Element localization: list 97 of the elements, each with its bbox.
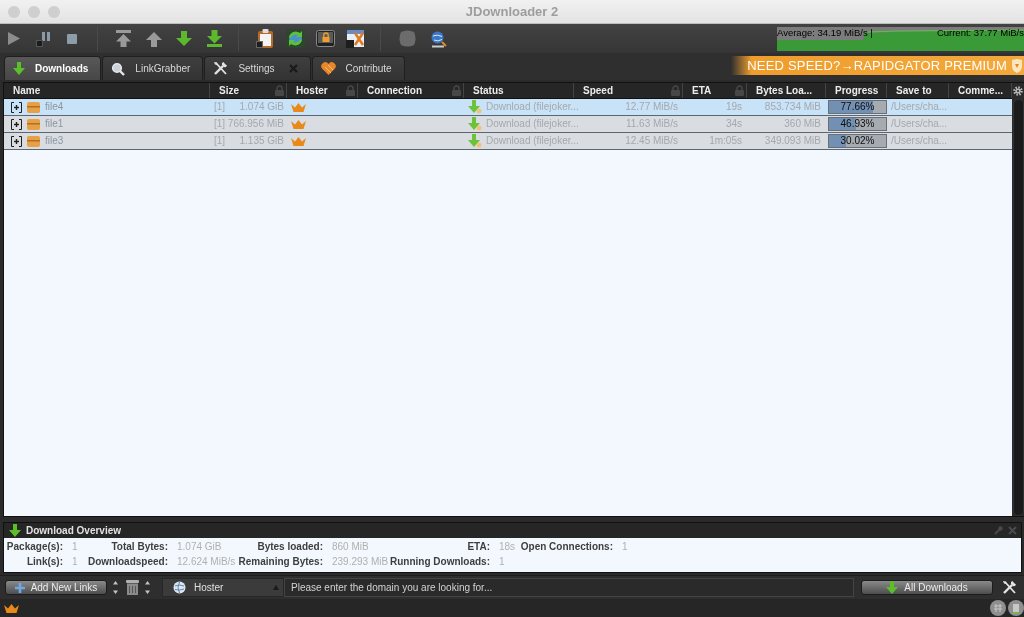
tools-icon[interactable] [1002,580,1017,595]
tab[interactable]: Settings [204,56,311,80]
download-icon [886,581,899,594]
crown-icon [291,102,306,112]
column-header[interactable]: Connection [367,84,422,97]
globe-icon[interactable] [429,29,447,48]
lock-screen-icon[interactable] [316,29,335,48]
column-header[interactable]: Bytes Loa... [756,84,813,97]
link-count: [1] [214,101,226,113]
scrollbar[interactable] [1012,99,1024,516]
view-filter-button[interactable]: All Downloads [861,580,993,595]
crown-icon [291,136,306,146]
progress-label: 30.02% [840,135,875,147]
eta: 19s [724,100,743,114]
arrow-up-icon[interactable] [146,30,162,47]
field-label: Downloadspeed: [87,556,168,568]
column-header[interactable]: Progress [835,84,879,97]
download-status-icon [468,100,482,114]
field-label: Total Bytes: [110,541,168,553]
current-speed: Current: 37.77 MiB/s [936,26,1024,39]
package-icon [27,118,40,130]
bin-icon[interactable] [126,580,139,595]
file-size: 1.074 GiB [239,101,284,113]
file-name: file1 [45,118,64,130]
field-label: ETA: [466,541,490,553]
field-label: Running Downloads: [390,556,490,568]
disc-icon[interactable] [990,600,1006,616]
tab[interactable]: LinkGrabber [102,56,204,80]
average-speed: Average: 34.19 MiB/s | [777,26,873,39]
download-status-icon [468,117,482,131]
field-value: 1.074 GiB [176,541,223,553]
field-value: 860 MiB [331,541,370,553]
add-links-button[interactable]: Add New Links [5,580,107,595]
progress-label: 77.66% [840,101,875,113]
file-name: file4 [45,101,64,113]
save-path: /Users/cha... [890,100,949,114]
disc-icon[interactable] [1008,600,1024,616]
download-status-icon [468,134,482,148]
column-header[interactable]: Size [219,84,239,97]
expand-icon[interactable] [11,135,22,147]
field-value: 1 [71,556,79,568]
expand-icon[interactable] [11,101,22,113]
panel-title: Download Overview [26,524,122,537]
move-top-icon[interactable] [115,30,132,47]
filter-dropdown[interactable]: Hoster [162,578,284,597]
window-title: JDownloader 2 [465,3,559,20]
dropdown-arrow-icon[interactable] [145,581,150,594]
clipboard-icon[interactable] [256,29,275,48]
field-value: 1 [71,541,79,553]
heart-icon [320,62,336,75]
column-header[interactable]: Save to [896,84,932,97]
field-label: Open Connections: [520,541,613,553]
tab[interactable]: Downloads [4,56,102,80]
crown-icon [4,603,19,613]
move-bottom-icon[interactable] [206,30,223,47]
column-header[interactable]: Name [13,84,41,97]
expand-icon[interactable] [11,118,22,130]
download-icon [9,524,21,537]
column-header[interactable]: ETA [692,84,712,97]
arrow-down-icon[interactable] [176,30,192,47]
pause-icon[interactable] [36,30,51,47]
caret-icon [273,585,279,590]
stop-icon[interactable] [67,33,77,44]
tools-icon [213,61,229,76]
field-value: 1 [498,556,506,568]
package-icon [27,135,40,147]
crown-icon [291,119,306,129]
bytes-loaded: 853.734 MiB [763,100,822,114]
window-x-icon[interactable] [346,29,365,48]
shield-icon [1012,58,1022,73]
plus-icon [14,582,25,593]
column-header[interactable]: Comme... [958,84,1003,97]
field-value: 1 [621,541,629,553]
file-name: file3 [45,135,64,147]
package-icon [27,101,40,113]
field-label: Link(s): [25,556,63,568]
column-header[interactable]: Status [473,84,504,97]
field-label: Remaining Bytes: [237,556,323,568]
globe-arrows-icon[interactable] [286,29,305,48]
globe-icon [173,581,186,594]
table-row[interactable]: file4 [1] 1.074 GiB Download (filejoker... 12.77 MiB/s 19s 853.734 MiB 77.66% /Users/cha... [4,99,1012,116]
field-value: 18s [498,541,517,553]
dropdown-arrow-icon[interactable] [113,581,118,594]
settings-icon[interactable] [1013,86,1023,96]
field-label: Bytes loaded: [256,541,323,553]
play-icon[interactable] [8,32,20,45]
column-header[interactable]: Hoster [296,84,328,97]
field-value: 12.624 MiB/s [176,556,234,568]
field-label: Package(s): [5,541,63,553]
progress-label: 46.93% [840,118,875,130]
search-field[interactable]: Please enter the domain you are looking for... [284,578,854,597]
download-icon [13,62,25,75]
tab[interactable]: Contribute [311,56,405,80]
column-header[interactable]: Speed [583,84,613,97]
download-status: Download (filejoker... [486,101,579,113]
search-icon [111,61,126,76]
field-value: 239.293 MiB [331,556,390,568]
